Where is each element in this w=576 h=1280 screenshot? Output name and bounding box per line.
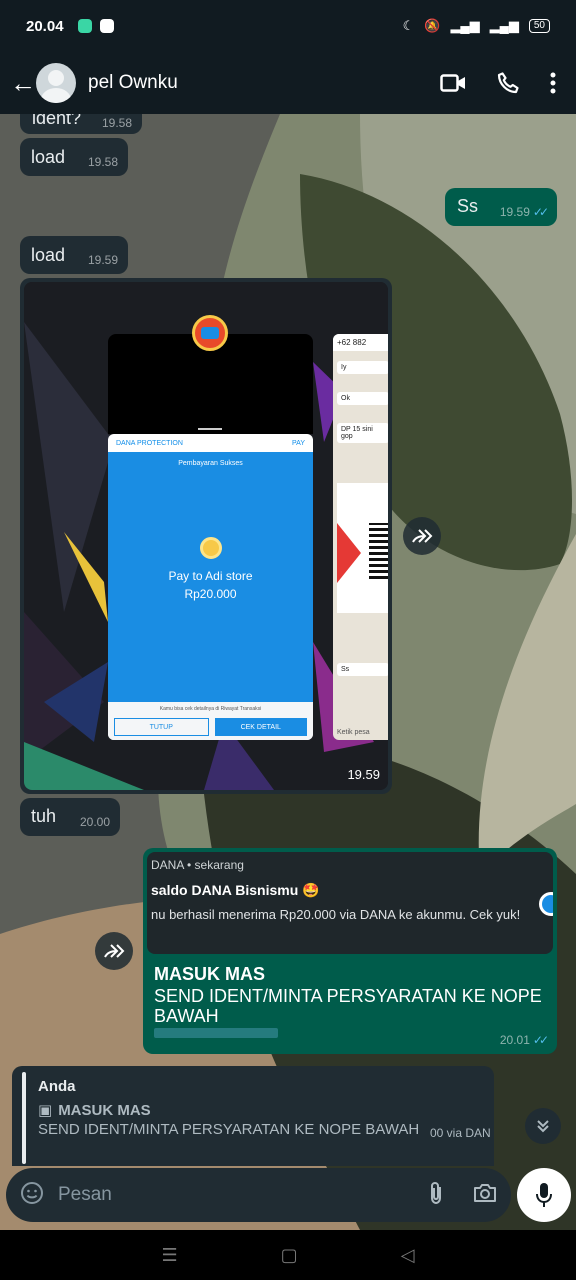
chat-header: ← pel Ownku — [0, 52, 576, 114]
message-incoming[interactable]: tuh 20.00 — [20, 798, 120, 836]
wa-preview-msg: Ss — [337, 663, 388, 676]
message-text: ident? — [32, 114, 82, 128]
chat-area[interactable]: ident? 19.58 load 19.58 Ss 19.59 ✓✓ load … — [0, 114, 576, 1230]
back-arrow-icon[interactable]: ← — [0, 68, 36, 99]
reply-accent-bar — [22, 1072, 26, 1164]
mute-icon: 🔕 — [424, 18, 441, 33]
image-message[interactable]: DANA PROTECTION PAY Pembayaran Sukses Pa… — [20, 278, 392, 794]
notification-source: DANA • sekarang — [151, 858, 244, 872]
notification-body: nu berhasil menerima Rp20.000 via DANA k… — [151, 907, 521, 922]
microphone-button[interactable] — [517, 1168, 571, 1222]
message-time-wrap: 20.01 ✓✓ — [499, 1033, 549, 1047]
success-coin-icon — [199, 537, 222, 559]
dana-hint: Kamu bisa cek detailnya di Riwayat Trans… — [159, 706, 262, 712]
forward-icon[interactable] — [403, 517, 441, 555]
more-options-icon[interactable] — [550, 72, 556, 94]
reply-author: Anda — [38, 1078, 76, 1095]
forward-icon[interactable] — [95, 932, 133, 970]
wa-preview-msg: Iy — [337, 361, 388, 374]
read-ticks-icon: ✓✓ — [532, 1033, 549, 1047]
dana-protection-label: DANA PROTECTION — [116, 439, 183, 447]
notification-title: saldo DANA Bisnismu 🤩 — [151, 882, 320, 898]
dana-pay-label: PAY — [292, 439, 305, 447]
wa-preview-header: +62 882 — [333, 334, 388, 351]
recents-nav-icon[interactable]: ☰ — [162, 1245, 178, 1266]
message-incoming[interactable]: ident? 19.58 — [20, 114, 142, 134]
contact-name[interactable]: pel Ownku — [88, 72, 178, 94]
attach-icon[interactable] — [429, 1181, 443, 1210]
message-time: 19.59 — [87, 253, 118, 267]
message-time: 19.58 — [101, 116, 132, 130]
image-icon: ▣ — [38, 1102, 53, 1119]
message-outgoing[interactable]: DANA • sekarang saldo DANA Bisnismu 🤩 nu… — [143, 848, 557, 1054]
read-ticks-icon: ✓✓ — [532, 205, 549, 219]
message-time: 20.01 — [499, 1033, 530, 1047]
double-chevron-down-icon — [537, 1120, 549, 1133]
status-bar: 20.04 ☾ 🔕 ▂▄▆ ▂▄▆ 50 — [0, 0, 576, 52]
wa-preview-msg: Ok — [337, 392, 388, 405]
voice-call-icon[interactable] — [496, 71, 520, 95]
battery-icon: 50 — [528, 19, 550, 33]
notification-chat-icon — [99, 19, 114, 33]
dana-payment-card: DANA PROTECTION PAY Pembayaran Sukses Pa… — [108, 434, 313, 740]
reply-quoted-body: SEND IDENT/MINTA PERSYARATAN KE NOPE BAW… — [38, 1121, 420, 1138]
message-text: load — [31, 245, 66, 265]
message-text: load — [31, 147, 66, 167]
message-time: 19.58 — [87, 155, 118, 169]
message-input-bar — [6, 1168, 511, 1222]
back-nav-icon[interactable]: ◁ — [401, 1245, 415, 1266]
wa-preview-input: Ketik pesa — [337, 729, 370, 736]
message-time: 19.59 — [499, 205, 530, 219]
home-nav-icon[interactable]: ▢ — [281, 1245, 298, 1266]
message-text: SEND IDENT/MINTA PERSYARATAN KE NOPE BAW… — [154, 986, 542, 1026]
whatsapp-preview-card: +62 882 Iy Ok DP 15 sini gop Ss Ketik pe… — [333, 334, 388, 740]
do-not-disturb-icon: ☾ — [402, 18, 415, 33]
screenshot-image[interactable]: DANA PROTECTION PAY Pembayaran Sukses Pa… — [24, 282, 388, 790]
notification-image[interactable]: DANA • sekarang saldo DANA Bisnismu 🤩 nu… — [147, 852, 553, 954]
pay-amount: Rp20.000 — [184, 587, 237, 601]
dana-app-icon — [192, 315, 228, 351]
message-text: tuh — [31, 806, 57, 826]
drag-handle — [198, 428, 222, 430]
message-text: Ss — [457, 196, 479, 216]
message-input[interactable] — [58, 1184, 429, 1206]
system-nav-bar: ☰ ▢ ◁ — [0, 1230, 576, 1280]
wa-preview-qris — [337, 483, 388, 613]
status-time: 20.04 — [26, 17, 64, 35]
message-headline: MASUK MAS — [154, 964, 265, 984]
signal-icon-2: ▂▄▆ — [489, 18, 519, 33]
message-incoming[interactable]: load 19.58 — [20, 138, 128, 176]
message-time: 20.00 — [79, 815, 110, 829]
avatar[interactable] — [36, 63, 76, 103]
redacted-number — [154, 1028, 278, 1038]
reply-quoted-thumbnail-text: 00 via DAN — [430, 1126, 491, 1140]
reply-quoted-title-row: ▣ MASUK MAS — [38, 1101, 151, 1120]
message-incoming[interactable]: load 19.59 — [20, 236, 128, 274]
microphone-icon — [536, 1183, 552, 1207]
reply-quoted-title: MASUK MAS — [58, 1101, 151, 1119]
message-time: 19.59 — [347, 767, 380, 782]
reply-preview[interactable]: Anda ▣ MASUK MAS SEND IDENT/MINTA PERSYA… — [12, 1066, 494, 1166]
dana-close-button: TUTUP — [114, 718, 209, 736]
dana-status-title: Pembayaran Sukses — [178, 460, 243, 467]
dana-detail-button: CEK DETAIL — [214, 718, 307, 736]
wa-preview-msg: DP 15 sini gop — [337, 423, 388, 443]
notification-app-icon — [77, 19, 92, 33]
scroll-to-bottom-button[interactable] — [525, 1108, 561, 1144]
emoji-sticker-icon[interactable] — [20, 1181, 44, 1210]
message-time-wrap: 19.59 ✓✓ — [499, 205, 549, 219]
signal-icon: ▂▄▆ — [450, 18, 480, 33]
pay-to-label: Pay to Adi store — [168, 569, 253, 583]
video-call-icon[interactable] — [440, 73, 466, 93]
message-outgoing[interactable]: Ss 19.59 ✓✓ — [445, 188, 557, 226]
camera-icon[interactable] — [473, 1183, 497, 1208]
